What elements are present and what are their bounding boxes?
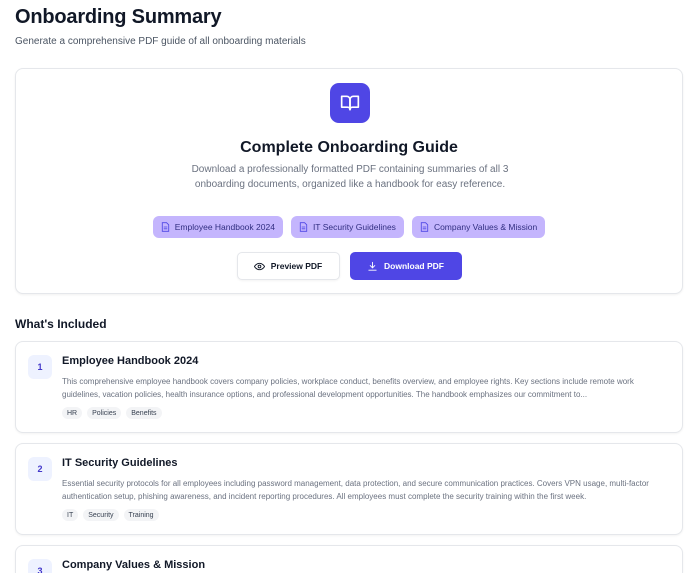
guide-description: Download a professionally formatted PDF … xyxy=(191,164,509,190)
document-chip: IT Security Guidelines xyxy=(290,216,404,238)
document-tag: Benefits xyxy=(126,407,162,419)
document-tag: IT xyxy=(62,509,79,521)
document-tags: IT Security Training xyxy=(62,509,159,521)
document-description: This comprehensive employee handbook cov… xyxy=(62,377,634,399)
document-tag: Policies xyxy=(87,407,122,419)
document-chip-label: IT Security Guidelines xyxy=(312,222,396,232)
document-tags: HR Policies Benefits xyxy=(62,407,162,419)
document-chips: Employee Handbook 2024 IT Security Guide… xyxy=(16,216,682,238)
document-tag: HR xyxy=(62,407,83,419)
preview-pdf-button[interactable]: Preview PDF xyxy=(236,252,340,280)
eye-icon xyxy=(253,262,265,270)
document-description: Essential security protocols for all emp… xyxy=(62,479,649,501)
document-chip: Employee Handbook 2024 xyxy=(152,216,283,238)
document-chip-label: Company Values & Mission xyxy=(433,222,538,232)
document-title: IT Security Guidelines xyxy=(62,457,178,469)
book-open-icon xyxy=(330,83,370,123)
whats-included-title: What's Included xyxy=(15,317,107,331)
page-title: Onboarding Summary xyxy=(15,6,222,28)
document-tag: Security xyxy=(83,509,119,521)
document-chip-label: Employee Handbook 2024 xyxy=(174,222,275,232)
file-icon xyxy=(161,222,169,232)
document-card-2[interactable]: 2 IT Security Guidelines Essential secur… xyxy=(15,443,683,535)
document-card-1[interactable]: 1 Employee Handbook 2024 This comprehens… xyxy=(15,341,683,433)
guide-actions: Preview PDF Download PDF xyxy=(16,252,682,280)
document-title: Employee Handbook 2024 xyxy=(62,355,199,367)
document-title: Company Values & Mission xyxy=(62,559,206,571)
document-card-3[interactable]: 3 Company Values & Mission xyxy=(15,545,683,573)
document-number-badge: 2 xyxy=(28,457,52,481)
document-number-badge: 1 xyxy=(28,355,52,379)
file-icon xyxy=(420,222,429,232)
preview-pdf-label: Preview PDF xyxy=(270,261,323,271)
onboarding-guide-card: Complete Onboarding Guide Download a pro… xyxy=(15,68,683,294)
document-tag: Training xyxy=(123,509,159,521)
download-pdf-button[interactable]: Download PDF xyxy=(349,252,462,280)
onboarding-summary-page: Onboarding Summary Generate a comprehens… xyxy=(0,0,688,573)
download-icon xyxy=(368,261,377,271)
page-subtitle: Generate a comprehensive PDF guide of al… xyxy=(15,36,306,47)
file-icon xyxy=(299,222,308,232)
document-chip: Company Values & Mission xyxy=(411,216,546,238)
download-pdf-label: Download PDF xyxy=(384,261,444,271)
document-number-badge: 3 xyxy=(28,559,52,573)
guide-title: Complete Onboarding Guide xyxy=(240,139,458,156)
